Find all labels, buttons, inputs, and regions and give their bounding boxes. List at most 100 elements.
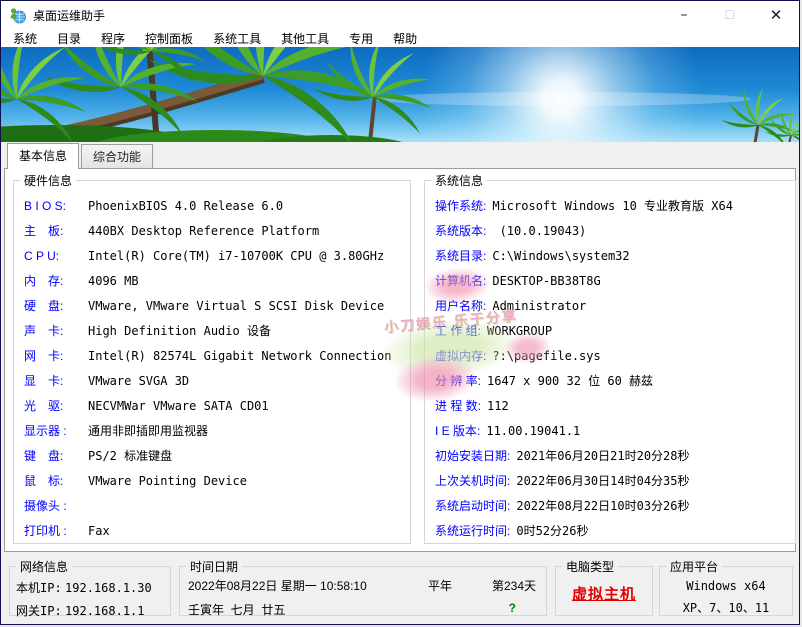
datetime-body: 2022年08月22日 星期一 10:58:10 平年 第234天 壬寅年 七月… bbox=[180, 575, 546, 619]
sys-value: ?:\pagefile.sys bbox=[492, 349, 601, 363]
lunar-date: 壬寅年 七月 廿五 bbox=[188, 603, 286, 617]
sys-label: I E 版本: bbox=[435, 424, 481, 438]
day-of-year: 第234天 bbox=[491, 579, 536, 593]
hw-row-sound: 声 卡: High Definition Audio 设备 bbox=[24, 319, 410, 344]
sys-value: Microsoft Windows 10 专业教育版 X64 bbox=[492, 199, 733, 213]
minimize-button[interactable]: – bbox=[661, 1, 707, 29]
system-info-title: 系统信息 bbox=[435, 174, 484, 188]
window-controls: – ☐ ✕ bbox=[661, 1, 799, 29]
sys-row-resolution: 分 辨 率: 1647 x 900 32 位 60 赫兹 bbox=[435, 369, 795, 394]
sys-row-last-shutdown: 上次关机时间: 2022年06月30日14时04分35秒 bbox=[435, 469, 795, 494]
sys-row-sysdir: 系统目录: C:\Windows\system32 bbox=[435, 244, 795, 269]
palm-scene bbox=[1, 47, 799, 142]
sys-value: Administrator bbox=[492, 299, 587, 313]
sys-label: 计算机名: bbox=[435, 274, 487, 288]
sys-label: 用户名称: bbox=[435, 299, 487, 313]
sys-label: 工 作 组: bbox=[435, 324, 482, 338]
hardware-info-groupbox: 硬件信息 B I O S: PhoenixBIOS 4.0 Release 6.0… bbox=[13, 172, 411, 544]
sys-row-uptime: 系统运行时间: 0时52分26秒 bbox=[435, 519, 795, 544]
hw-value: 4096 MB bbox=[88, 274, 139, 288]
sys-label: 操作系统: bbox=[435, 199, 487, 213]
gateway-ip-value: 192.168.1.1 bbox=[65, 604, 145, 618]
hw-row-memory: 内 存: 4096 MB bbox=[24, 269, 410, 294]
hw-label: C P U: bbox=[24, 249, 60, 263]
network-info-groupbox: 网络信息 本机IP: 192.168.1.30 网关IP: 192.168.1.… bbox=[9, 558, 171, 618]
system-rows: 操作系统: Microsoft Windows 10 专业教育版 X64 系统版本… bbox=[425, 189, 795, 544]
menu-system-tools[interactable]: 系统工具 bbox=[203, 29, 271, 48]
datetime-title: 时间日期 bbox=[190, 560, 239, 574]
virtual-host-link[interactable]: 虚拟主机 bbox=[556, 583, 652, 604]
menu-other-tools[interactable]: 其他工具 bbox=[271, 29, 339, 48]
titlebar: 桌面运维助手 – ☐ ✕ bbox=[1, 1, 799, 29]
hw-row-mouse: 鼠 标: VMware Pointing Device bbox=[24, 469, 410, 494]
maximize-button[interactable]: ☐ bbox=[707, 1, 753, 29]
hw-label: 键 盘: bbox=[24, 449, 64, 463]
platform-groupbox: 应用平台 Windows x64 XP、7、10、11 bbox=[659, 558, 793, 616]
app-window: 桌面运维助手 – ☐ ✕ 系统 目录 程序 控制面板 系统工具 其他工具 专用 … bbox=[0, 0, 800, 625]
sys-value: WORKGROUP bbox=[487, 324, 553, 338]
hw-value: 通用非即插即用监视器 bbox=[88, 424, 209, 438]
menu-system[interactable]: 系统 bbox=[3, 29, 47, 48]
sys-value: 0时52分26秒 bbox=[516, 524, 589, 538]
hw-value: Intel(R) 82574L Gigabit Network Connecti… bbox=[88, 349, 392, 363]
gateway-ip-row: 网关IP: 192.168.1.1 bbox=[16, 600, 170, 623]
menu-directory[interactable]: 目录 bbox=[47, 29, 91, 48]
hw-label: 网 卡: bbox=[24, 349, 64, 363]
hw-label: 显示器 : bbox=[24, 424, 67, 438]
tab-strip: 基本信息 综合功能 bbox=[1, 142, 799, 169]
sys-value: 2022年08月22日10时03分26秒 bbox=[516, 499, 690, 513]
hw-label: 内 存: bbox=[24, 274, 64, 288]
datetime-groupbox: 时间日期 2022年08月22日 星期一 10:58:10 平年 第234天 壬… bbox=[179, 558, 547, 619]
local-ip-label: 本机IP: bbox=[16, 581, 62, 595]
hw-label: 主 板: bbox=[24, 224, 64, 238]
solar-date-time: 2022年08月22日 星期一 10:58:10 bbox=[188, 579, 367, 593]
sys-label: 系统启动时间: bbox=[435, 499, 511, 513]
sys-value: 2021年06月20日21时20分28秒 bbox=[516, 449, 690, 463]
hw-row-nic: 网 卡: Intel(R) 82574L Gigabit Network Conn… bbox=[24, 344, 410, 369]
hw-label: 鼠 标: bbox=[24, 474, 64, 488]
hw-row-camera: 摄像头 : bbox=[24, 494, 410, 519]
sys-value: 2022年06月30日14时04分35秒 bbox=[516, 474, 690, 488]
hw-row-keyboard: 键 盘: PS/2 标准键盘 bbox=[24, 444, 410, 469]
window-title: 桌面运维助手 bbox=[33, 8, 106, 23]
hw-row-monitor: 显示器 : 通用非即插即用监视器 bbox=[24, 419, 410, 444]
sys-row-virtualmem: 虚拟内存: ?:\pagefile.sys bbox=[435, 344, 795, 369]
platform-versions: XP、7、10、11 bbox=[682, 601, 770, 615]
help-question-mark[interactable]: ? bbox=[509, 601, 516, 615]
menu-dedicated[interactable]: 专用 bbox=[339, 29, 383, 48]
tab-basic-info[interactable]: 基本信息 bbox=[7, 143, 80, 169]
hw-value: Intel(R) Core(TM) i7-10700K CPU @ 3.80GH… bbox=[88, 249, 385, 263]
hardware-rows: B I O S: PhoenixBIOS 4.0 Release 6.0 主 板:… bbox=[14, 189, 410, 544]
hw-label: 硬 盘: bbox=[24, 299, 64, 313]
hw-value: VMware, VMware Virtual S SCSI Disk Devic… bbox=[88, 299, 385, 313]
app-icon bbox=[10, 7, 26, 23]
hw-label: 声 卡: bbox=[24, 324, 64, 338]
sys-row-processes: 进 程 数: 112 bbox=[435, 394, 795, 419]
hw-label: 摄像头 : bbox=[24, 499, 67, 513]
menu-control-panel[interactable]: 控制面板 bbox=[135, 29, 203, 48]
sys-row-version: 系统版本: (10.0.19043) bbox=[435, 219, 795, 244]
sys-value: 11.00.19041.1 bbox=[486, 424, 581, 438]
hw-label: B I O S: bbox=[24, 199, 67, 213]
system-info-groupbox: 系统信息 操作系统: Microsoft Windows 10 专业教育版 X64… bbox=[424, 172, 796, 544]
sys-label: 进 程 数: bbox=[435, 399, 482, 413]
tab-comprehensive[interactable]: 综合功能 bbox=[81, 144, 154, 168]
sys-row-boot-time: 系统启动时间: 2022年08月22日10时03分26秒 bbox=[435, 494, 795, 519]
sys-row-install-date: 初始安装日期: 2021年06月20日21时20分28秒 bbox=[435, 444, 795, 469]
menu-programs[interactable]: 程序 bbox=[91, 29, 135, 48]
bottom-bar: 网络信息 本机IP: 192.168.1.30 网关IP: 192.168.1.… bbox=[1, 552, 799, 624]
sys-value: (10.0.19043) bbox=[492, 224, 587, 238]
sys-row-os: 操作系统: Microsoft Windows 10 专业教育版 X64 bbox=[435, 194, 795, 219]
hw-row-gpu: 显 卡: VMware SVGA 3D bbox=[24, 369, 410, 394]
close-button[interactable]: ✕ bbox=[753, 1, 799, 29]
banner-image bbox=[1, 47, 799, 142]
sys-value: 112 bbox=[487, 399, 509, 413]
menu-help[interactable]: 帮助 bbox=[383, 29, 427, 48]
network-rows: 本机IP: 192.168.1.30 网关IP: 192.168.1.1 bbox=[10, 575, 170, 623]
hw-value: 440BX Desktop Reference Platform bbox=[88, 224, 320, 238]
hw-row-disk: 硬 盘: VMware, VMware Virtual S SCSI Disk D… bbox=[24, 294, 410, 319]
hw-value: PhoenixBIOS 4.0 Release 6.0 bbox=[88, 199, 284, 213]
hw-row-printer: 打印机 : Fax bbox=[24, 519, 410, 544]
hardware-info-title: 硬件信息 bbox=[24, 174, 73, 188]
hw-label: 显 卡: bbox=[24, 374, 64, 388]
